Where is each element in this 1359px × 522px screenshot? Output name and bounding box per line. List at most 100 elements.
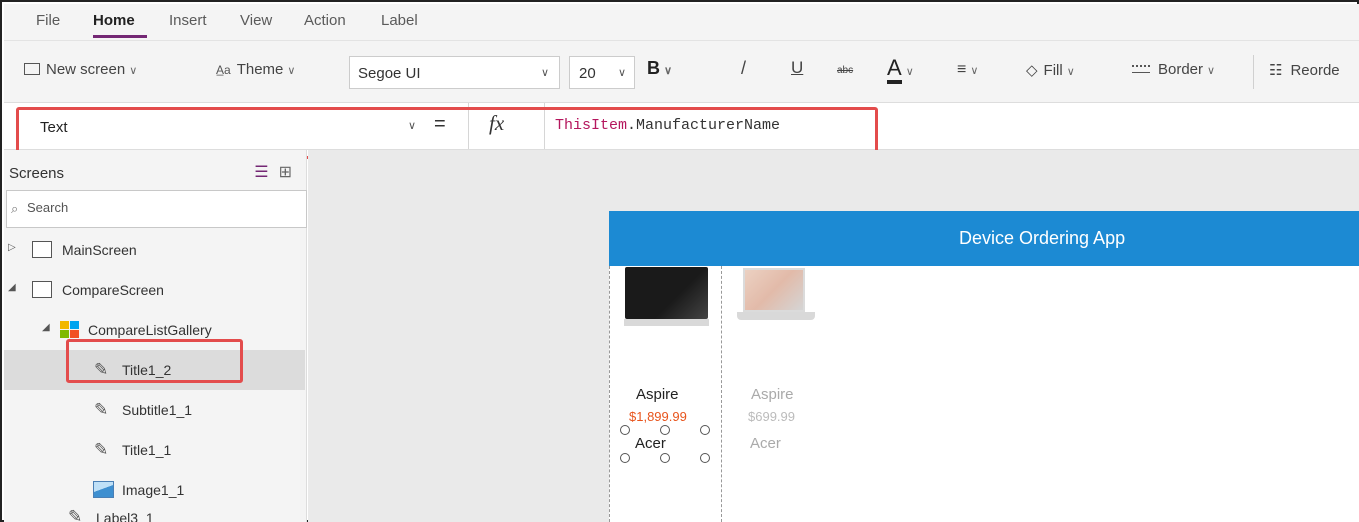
tree-item-label: Label3_1 [96,510,154,522]
border-button[interactable]: Border ∨ [1132,61,1215,78]
view-toggle: ☰ ⊞ [254,162,292,182]
tree-item-title1-1[interactable]: ✎ Title1_1 [4,430,305,470]
align-button[interactable]: ≡ ∨ [957,61,978,79]
font-size-value: 20 [579,65,596,82]
font-color-button[interactable]: A ∨ [887,55,914,84]
chevron-down-icon: ∨ [287,65,296,77]
toolbar-divider [1253,55,1254,89]
resize-handle[interactable] [700,425,710,435]
collapse-caret-icon[interactable]: ◢ [8,282,16,293]
label-edit-icon: ✎ [94,400,109,419]
gallery-icon-tile [60,321,69,329]
tree-search-box: ⌕ [6,190,307,228]
theme-icon: A̲a [216,63,231,77]
border-icon [1132,65,1150,73]
label-edit-icon: ✎ [68,507,83,522]
bold-button[interactable]: B ∨ [647,58,672,79]
menu-view[interactable]: View [240,12,272,29]
screen-icon [32,281,52,298]
screen-icon [32,241,52,258]
new-screen-icon [24,63,40,75]
image-icon [93,481,114,498]
product-title[interactable]: Aspire [636,386,679,403]
border-label: Border [1158,61,1204,78]
gallery-icon-tile [70,321,79,329]
menu-file[interactable]: File [36,12,60,29]
tree-item-image1-1[interactable]: Image1_1 [4,470,305,510]
chevron-down-icon: ∨ [617,67,626,79]
reorder-button[interactable]: ☷ Reorde [1269,61,1340,79]
resize-handle[interactable] [620,453,630,463]
selected-control-handles [620,425,710,463]
monitor-image[interactable] [625,267,708,319]
menu-bar: File Home Insert View Action Label [4,4,1359,40]
app-preview: Device Ordering App Aspire $1,899.99 Ace… [609,211,1359,522]
chevron-down-icon: ∨ [970,65,979,77]
tree-view-panel: Screens ☰⊞ ⌕ ▷ MainScreen ◢ CompareScree… [4,150,307,522]
strikethrough-button[interactable]: abc [837,65,853,76]
tree-item-comparescreen[interactable]: ◢ CompareScreen [4,270,305,310]
font-size-dropdown[interactable]: 20 ∨ [569,56,635,89]
resize-handle[interactable] [660,453,670,463]
reorder-icon: ☷ [1269,62,1283,79]
collapse-caret-icon[interactable]: ◢ [42,322,50,333]
expand-caret-icon[interactable]: ▷ [8,242,16,253]
bold-label: B [647,58,660,78]
product-title: Aspire [751,386,794,403]
theme-label: Theme [236,61,284,78]
resize-handle[interactable] [620,425,630,435]
font-family-value: Segoe UI [358,65,421,82]
align-icon: ≡ [957,61,967,78]
tree-item-label: MainScreen [62,242,137,258]
font-color-label: A [887,55,902,84]
menu-label[interactable]: Label [381,12,418,29]
gallery-icon-tile [60,330,69,338]
fill-button[interactable]: ◇ Fill ∨ [1026,61,1075,79]
menu-insert[interactable]: Insert [169,12,207,29]
menu-action[interactable]: Action [304,12,346,29]
fill-label: Fill [1043,62,1063,79]
search-input[interactable] [27,200,297,215]
resize-handle[interactable] [660,425,670,435]
chevron-down-icon: ∨ [1207,65,1216,77]
search-icon: ⌕ [11,201,19,216]
monitor-stand [624,319,709,326]
list-view-icon[interactable]: ☰ [254,164,268,181]
menu-home[interactable]: Home [93,12,135,29]
resize-handle[interactable] [700,453,710,463]
chevron-down-icon: ∨ [905,66,914,78]
app-title: Device Ordering App [959,228,1126,248]
grid-view-icon[interactable]: ⊞ [279,164,292,181]
tree-item-label: CompareListGallery [88,322,212,338]
product-price[interactable]: $1,899.99 [629,409,687,424]
product-price: $699.99 [748,409,795,424]
font-family-dropdown[interactable]: Segoe UI ∨ [349,56,560,89]
app-header: Device Ordering App [609,211,1359,266]
tree-item-label: Title1_1 [122,442,172,458]
laptop-image[interactable] [743,268,805,312]
tree-item-mainscreen[interactable]: ▷ MainScreen [4,230,305,270]
panel-title: Screens [9,165,65,182]
formula-bar: Text ∨ = fx ThisItem.ManufacturerName [4,102,1359,159]
tree-item-label: Subtitle1_1 [122,402,193,418]
tree-item-subtitle1-1[interactable]: ✎ Subtitle1_1 [4,390,305,430]
label-edit-icon: ✎ [94,440,109,459]
laptop-base [737,312,815,320]
new-screen-label: New screen [46,61,126,78]
underline-button[interactable]: U [791,58,803,78]
reorder-label: Reorde [1290,62,1340,79]
chevron-down-icon: ∨ [1066,66,1075,78]
italic-button[interactable]: / [741,58,746,79]
app-window: File Home Insert View Action Label New s… [0,0,1359,522]
chevron-down-icon: ∨ [129,65,138,77]
design-canvas: Device Ordering App Aspire $1,899.99 Ace… [308,150,1359,522]
selection-highlight-box [66,339,243,383]
theme-button[interactable]: A̲a Theme ∨ [216,61,295,78]
tree-item-label3-1[interactable]: ✎ Label3_1 [4,505,305,522]
active-tab-indicator [93,35,147,38]
product-manufacturer: Acer [750,435,781,452]
tree-item-label: Image1_1 [122,482,185,498]
tree-item-label: CompareScreen [62,282,164,298]
chevron-down-icon: ∨ [540,67,549,79]
new-screen-button[interactable]: New screen ∨ [24,61,137,78]
